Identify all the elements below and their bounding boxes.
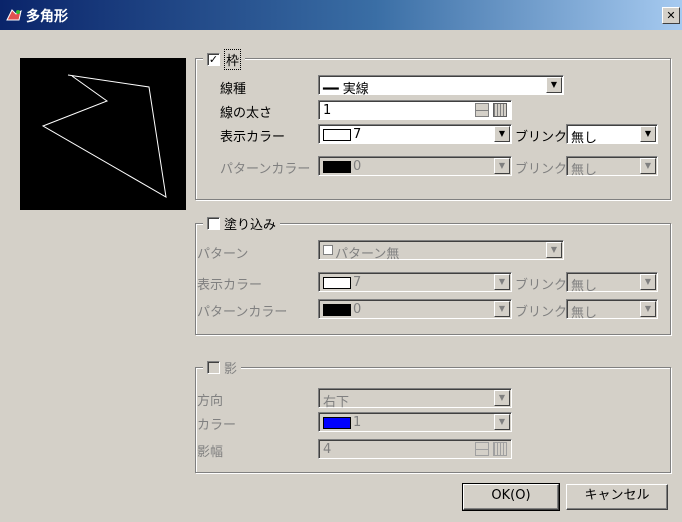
- fill-display-color-value: 7: [353, 275, 362, 290]
- fill-pattern-blink-value: 無し: [571, 306, 598, 321]
- fill-pattern-color-select[interactable]: 0 ▼: [318, 299, 512, 319]
- chevron-down-icon[interactable]: ▼: [494, 274, 510, 290]
- fill-display-color-label: 表示カラー: [197, 278, 263, 293]
- fill-legend: 塗り込み: [203, 214, 281, 233]
- chevron-down-icon[interactable]: ▼: [494, 390, 510, 406]
- fill-pattern-blink-select[interactable]: 無し ▼: [566, 299, 658, 321]
- color-swatch-blue: [323, 417, 351, 429]
- fill-pattern-color-value: 0: [353, 302, 362, 317]
- fill-pattern-value: パターン無: [335, 247, 400, 262]
- cancel-button[interactable]: キャンセル: [566, 484, 668, 510]
- line-type-label: 線種: [220, 82, 247, 97]
- direction-value: 右下: [323, 395, 350, 410]
- fill-blink-value: 無し: [571, 279, 598, 294]
- pattern-color-label: パターンカラー: [220, 162, 311, 177]
- polygon-tool-icon: [6, 9, 22, 21]
- keypad-icon[interactable]: [493, 442, 507, 456]
- chevron-down-icon[interactable]: ▼: [494, 301, 510, 317]
- pattern-blink-select[interactable]: 無し ▼: [566, 156, 658, 178]
- display-color-value: 7: [353, 127, 362, 142]
- chevron-down-icon[interactable]: ▼: [494, 126, 510, 142]
- title-bar[interactable]: [0, 0, 682, 30]
- fill-label: 塗り込み: [224, 218, 277, 233]
- fill-blink-select[interactable]: 無し ▼: [566, 272, 658, 294]
- line-type-value: ━━ 実線: [323, 82, 369, 97]
- pattern-color-select[interactable]: 0 ▼: [318, 156, 512, 176]
- fill-pattern-blink-label: ブリンク: [515, 305, 568, 320]
- blink-value: 無し: [571, 131, 598, 146]
- keypad-icon[interactable]: [493, 103, 507, 117]
- thickness-label: 線の太さ: [220, 106, 273, 121]
- pattern-color-value: 0: [353, 159, 362, 174]
- shadow-checkbox[interactable]: [207, 361, 220, 374]
- fill-pattern-select[interactable]: パターン無 ▼: [318, 240, 564, 262]
- close-button[interactable]: ✕: [662, 7, 680, 24]
- shadow-width-value: 4: [323, 442, 332, 457]
- fill-pattern-label: パターン: [197, 247, 249, 262]
- direction-label: 方向: [197, 394, 224, 409]
- fill-display-color-select[interactable]: 7 ▼: [318, 272, 512, 292]
- frame-checkbox[interactable]: ✓: [207, 53, 220, 66]
- shadow-color-value: 1: [353, 415, 362, 430]
- display-color-label: 表示カラー: [220, 130, 286, 145]
- shadow-color-select[interactable]: 1 ▼: [318, 412, 512, 432]
- display-color-select[interactable]: 7 ▼: [318, 124, 512, 144]
- fill-checkbox[interactable]: [207, 217, 220, 230]
- frame-legend: ✓ 枠: [203, 49, 246, 70]
- color-swatch-white: [323, 129, 351, 141]
- pattern-blink-value: 無し: [571, 163, 598, 178]
- window-title: 多角形: [26, 9, 68, 25]
- chevron-down-icon[interactable]: ▼: [640, 158, 656, 174]
- ok-button[interactable]: OK(O): [462, 483, 560, 511]
- shadow-legend: 影: [203, 358, 242, 377]
- direction-select[interactable]: 右下 ▼: [318, 388, 512, 410]
- color-swatch-black: [323, 161, 351, 173]
- spin-buttons[interactable]: [475, 442, 489, 456]
- pattern-blink-label: ブリンク: [515, 162, 568, 177]
- frame-label: 枠: [224, 49, 242, 70]
- color-swatch-white: [323, 277, 351, 289]
- shadow-width-label: 影幅: [197, 445, 224, 460]
- shape-preview: [20, 58, 186, 210]
- shadow-label: 影: [224, 362, 238, 377]
- color-swatch-black: [323, 304, 351, 316]
- thickness-value: 1: [323, 103, 332, 118]
- chevron-down-icon[interactable]: ▼: [494, 158, 510, 174]
- chevron-down-icon[interactable]: ▼: [546, 242, 562, 258]
- chevron-down-icon[interactable]: ▼: [640, 301, 656, 317]
- blink-label: ブリンク: [515, 130, 568, 145]
- chevron-down-icon[interactable]: ▼: [546, 77, 562, 93]
- chevron-down-icon[interactable]: ▼: [640, 274, 656, 290]
- fill-blink-label: ブリンク: [515, 278, 568, 293]
- spin-buttons[interactable]: [475, 103, 489, 117]
- pattern-swatch: [323, 245, 333, 255]
- chevron-down-icon[interactable]: ▼: [640, 126, 656, 142]
- fill-pattern-color-label: パターンカラー: [197, 305, 288, 320]
- thickness-field[interactable]: 1: [318, 100, 512, 120]
- line-type-select[interactable]: ━━ 実線 ▼: [318, 75, 564, 97]
- shadow-width-field[interactable]: 4: [318, 439, 512, 459]
- polygon-preview-shape: [41, 74, 167, 198]
- shadow-color-label: カラー: [197, 418, 237, 433]
- chevron-down-icon[interactable]: ▼: [494, 414, 510, 430]
- blink-select[interactable]: 無し ▼: [566, 124, 658, 146]
